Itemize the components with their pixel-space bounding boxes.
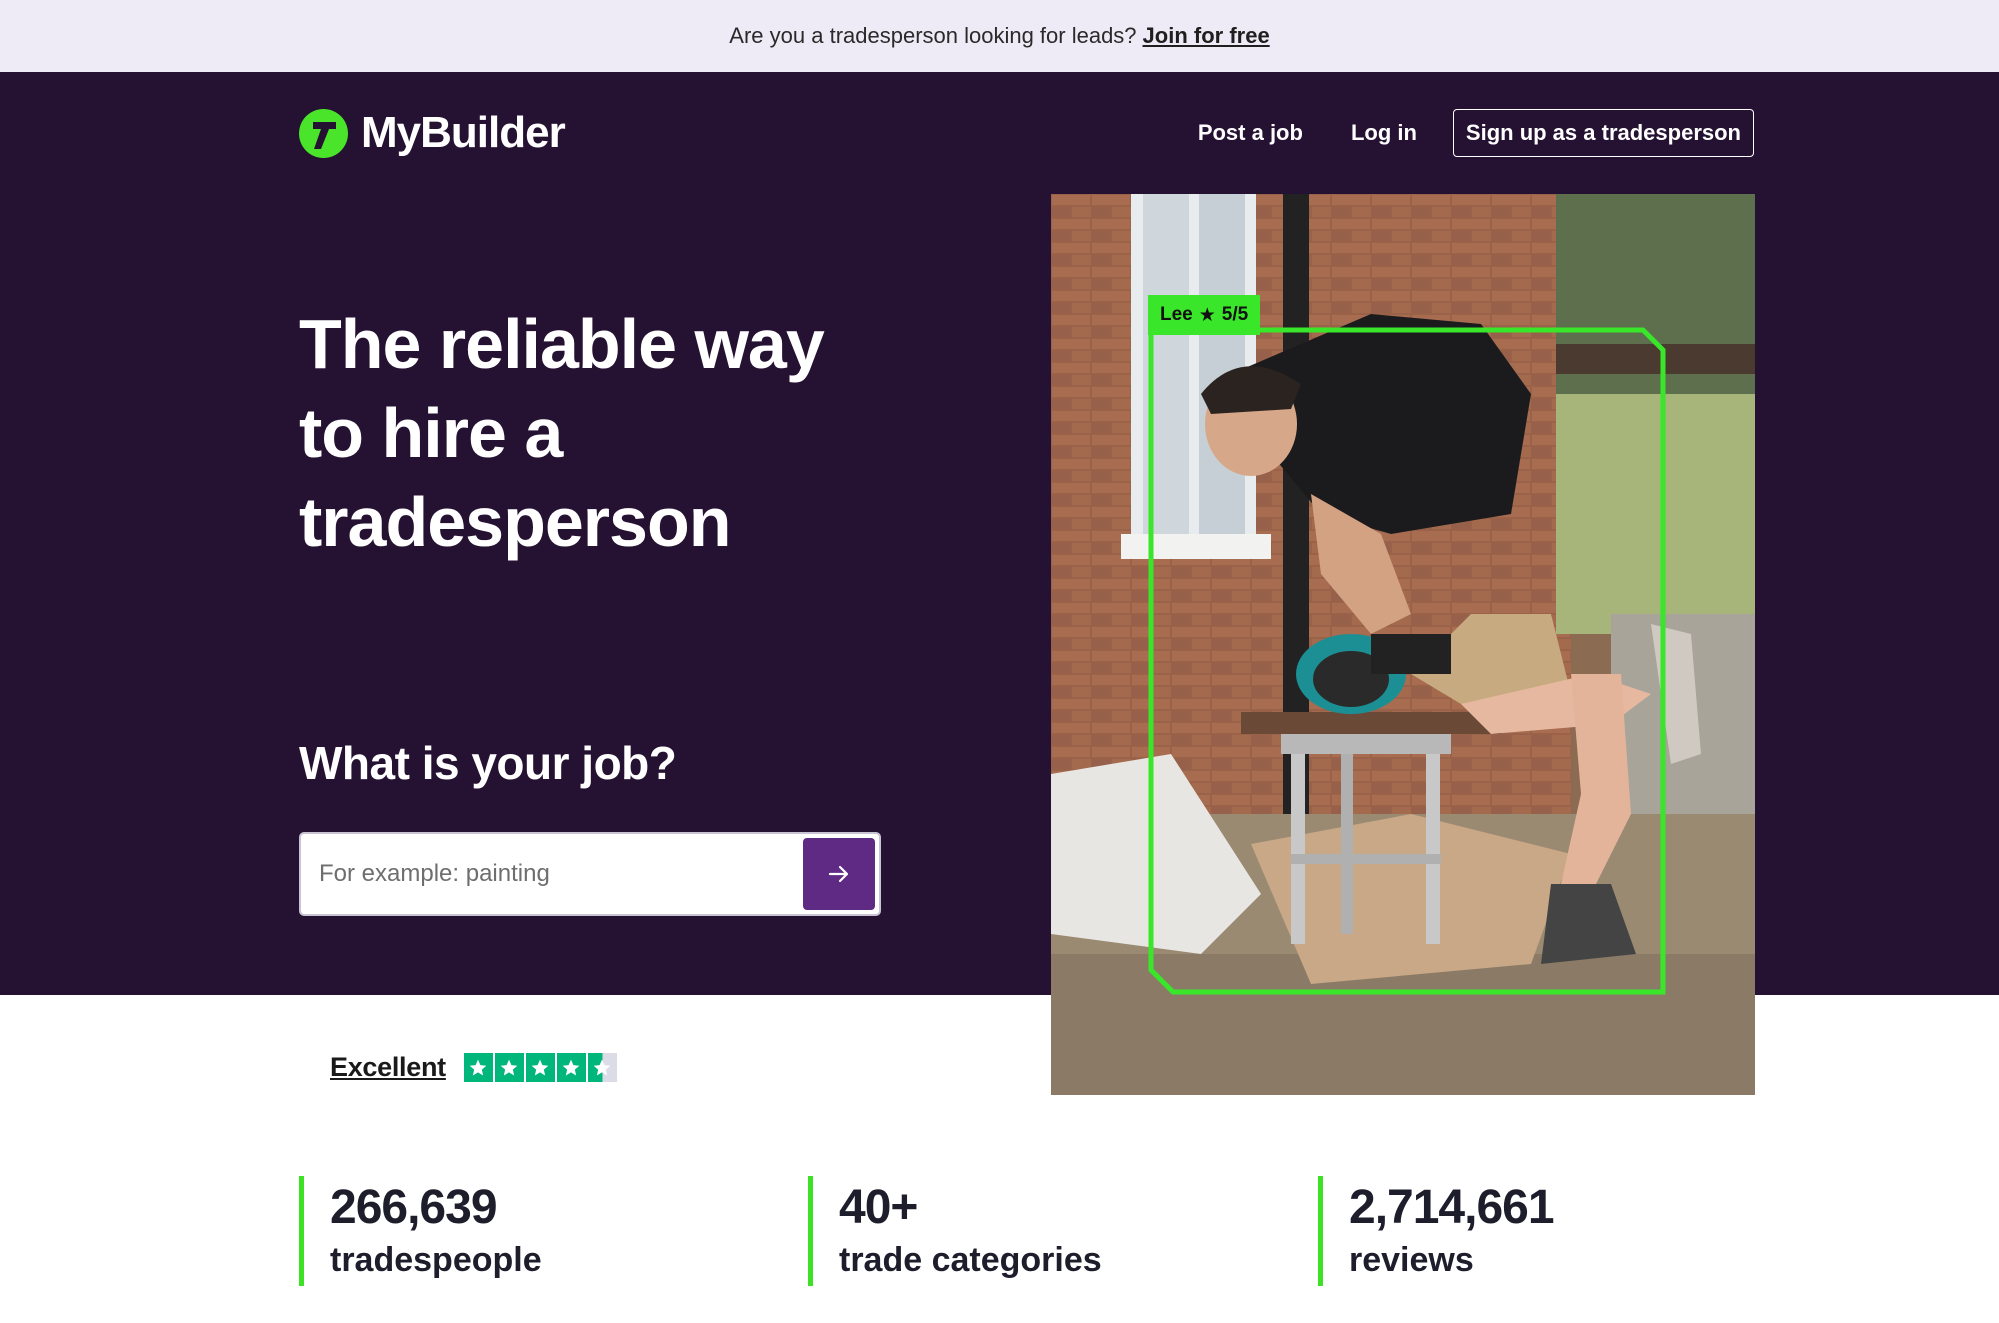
headline-line-1: The reliable way [299, 305, 825, 383]
stat-label: trade categories [839, 1241, 1102, 1279]
top-banner: Are you a tradesperson looking for leads… [0, 0, 1999, 72]
job-search-input[interactable] [319, 834, 789, 914]
stat-number: 266,639 [330, 1181, 498, 1234]
rating-tag-name: Lee [1160, 304, 1193, 325]
rating-tag-score: 5/5 [1221, 304, 1249, 325]
arrow-right-icon [828, 865, 849, 883]
stat-label: reviews [1349, 1241, 1474, 1279]
banner-text: Are you a tradesperson looking for leads… [729, 23, 1137, 48]
trustpilot-widget[interactable]: Excellent [330, 1052, 619, 1083]
hammer-logo-icon [299, 108, 348, 158]
trustpilot-star-icon [525, 1053, 555, 1082]
job-search-box [299, 832, 881, 916]
trustpilot-half-star-icon [587, 1053, 617, 1082]
stat-number: 2,714,661 [1349, 1181, 1555, 1234]
stat-number: 40+ [839, 1181, 918, 1234]
stat-tradespeople: 266,639 tradespeople [299, 1176, 542, 1286]
stat-trade-categories: 40+ trade categories [808, 1176, 1102, 1286]
join-for-free-link[interactable]: Join for free [1143, 23, 1270, 49]
logo[interactable]: MyBuilder [299, 108, 566, 158]
trustpilot-stars [463, 1053, 619, 1082]
stat-reviews: 2,714,661 reviews [1318, 1176, 1555, 1286]
star-icon: ★ [1198, 304, 1216, 326]
hero-photo: Lee ★ 5/5 [1051, 194, 1755, 1095]
post-a-job-link[interactable]: Post a job [1198, 120, 1303, 146]
trustpilot-star-icon [494, 1053, 524, 1082]
headline-line-3: tradesperson [299, 483, 731, 561]
trustpilot-star-icon [463, 1053, 493, 1082]
trustpilot-star-icon [556, 1053, 586, 1082]
stat-label: tradespeople [330, 1241, 542, 1279]
logo-text: MyBuilder [361, 108, 566, 157]
job-question-heading: What is your job? [299, 737, 677, 789]
hero-headline: The reliable way to hire a tradesperson [299, 300, 899, 567]
trustpilot-rating-label[interactable]: Excellent [330, 1052, 446, 1083]
rating-tag: Lee ★ 5/5 [1148, 295, 1261, 335]
headline-line-2: to hire a [299, 394, 563, 472]
log-in-link[interactable]: Log in [1351, 120, 1417, 146]
sign-up-tradesperson-button[interactable]: Sign up as a tradesperson [1452, 109, 1754, 157]
top-nav: Post a job Log in Sign up as a tradesper… [1198, 109, 1754, 157]
search-submit-button[interactable] [803, 838, 875, 910]
